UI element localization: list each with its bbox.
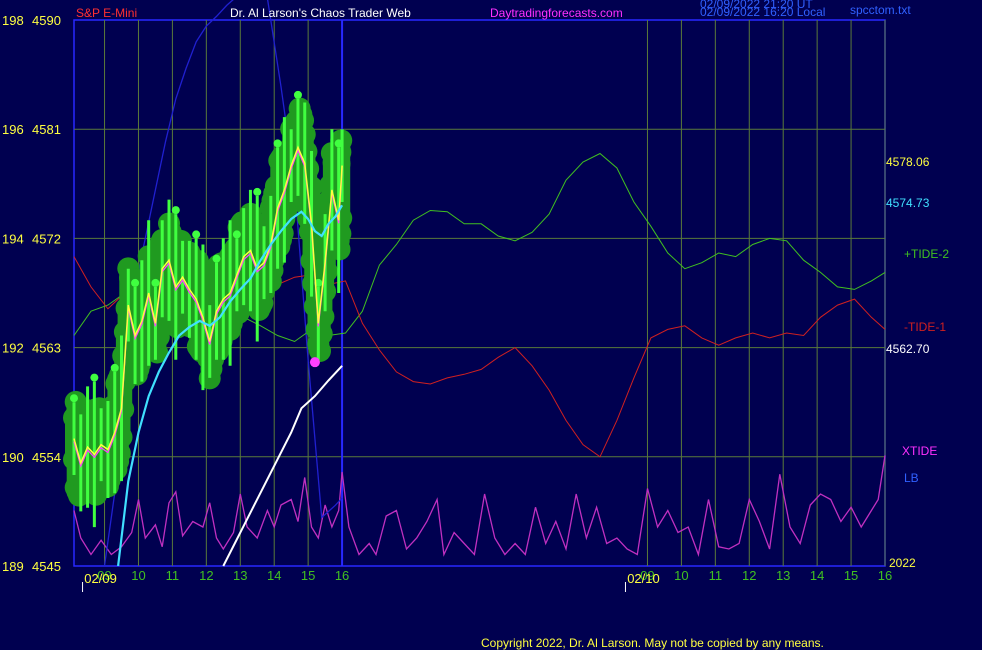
price-label-1: 4578.06 [886, 155, 930, 169]
y-tick-label-left: 189 [2, 559, 24, 574]
tide-minus-label: -TIDE-1 [904, 320, 946, 334]
bar-dot [192, 230, 201, 239]
bar-dot [151, 278, 160, 287]
y-tick-label-right: 4590 [32, 13, 61, 28]
x-tick-label: 16 [335, 568, 349, 583]
price-label-3: 4562.70 [886, 342, 930, 356]
timestamp-local: 02/09/2022 16:20 Local [700, 5, 825, 19]
x-tick-label: 16 [878, 568, 892, 583]
x-tick-label: 15 [844, 568, 858, 583]
x-tick-label: 11 [709, 568, 723, 583]
lb-label: LB [904, 471, 919, 485]
x-tick-label: 10 [674, 568, 688, 583]
tide-plus-label: +TIDE-2 [904, 247, 949, 261]
copyright: Copyright 2022, Dr. Al Larson. May not b… [481, 636, 824, 650]
chaos-trader-chart: 198 4590 196 4581 194 4572 192 4563 190 4554 189 45… [0, 0, 982, 650]
bar-dot [253, 187, 262, 196]
y-tick-label-right: 4572 [32, 231, 61, 246]
y-tick-label-left: 198 [2, 13, 24, 28]
x-tick-label: 12 [199, 568, 213, 583]
low-marker [309, 357, 320, 368]
x-tick-label: 13 [776, 568, 790, 583]
chart-title: Dr. Al Larson's Chaos Trader Web [230, 6, 411, 20]
bar-dot [212, 254, 221, 263]
bar-dot [293, 90, 302, 99]
xtide-label: XTIDE [902, 444, 937, 458]
y-tick-label-right: 4581 [32, 122, 61, 137]
y-tick-label-right: 4563 [32, 341, 61, 356]
x-tick-label: 11 [166, 568, 180, 583]
y-tick-label-right: 4545 [32, 559, 61, 574]
x-tick-label: 12 [742, 568, 756, 583]
x-tick-label: 15 [301, 568, 315, 583]
bar-dot [171, 206, 180, 215]
x-tick-label: 10 [131, 568, 145, 583]
bar-dot [70, 394, 78, 403]
site-link[interactable]: Daytradingforecasts.com [490, 6, 623, 20]
bar-dot [131, 278, 140, 287]
symbol-label: S&P E-Mini [76, 6, 137, 20]
x-tick-label: 14 [810, 568, 824, 583]
y-tick-label-left: 194 [2, 231, 24, 246]
bar-dot [110, 363, 119, 372]
bar-dot [273, 139, 282, 148]
year-label: 2022 [889, 556, 916, 570]
x-tick-label: 14 [267, 568, 281, 583]
data-file-label: spcctom.txt [850, 3, 911, 17]
bar-dot [232, 230, 241, 239]
y-tick-label-left: 190 [2, 450, 24, 465]
y-tick-label-right: 4554 [32, 450, 61, 465]
date-label: 02/09 [84, 571, 117, 586]
x-tick-label: 13 [233, 568, 247, 583]
y-tick-label-left: 196 [2, 122, 24, 137]
bar-dot [90, 373, 99, 382]
price-label-2: 4574.73 [886, 196, 930, 210]
date-label: 02/10 [627, 571, 660, 586]
y-tick-label-left: 192 [2, 341, 24, 356]
